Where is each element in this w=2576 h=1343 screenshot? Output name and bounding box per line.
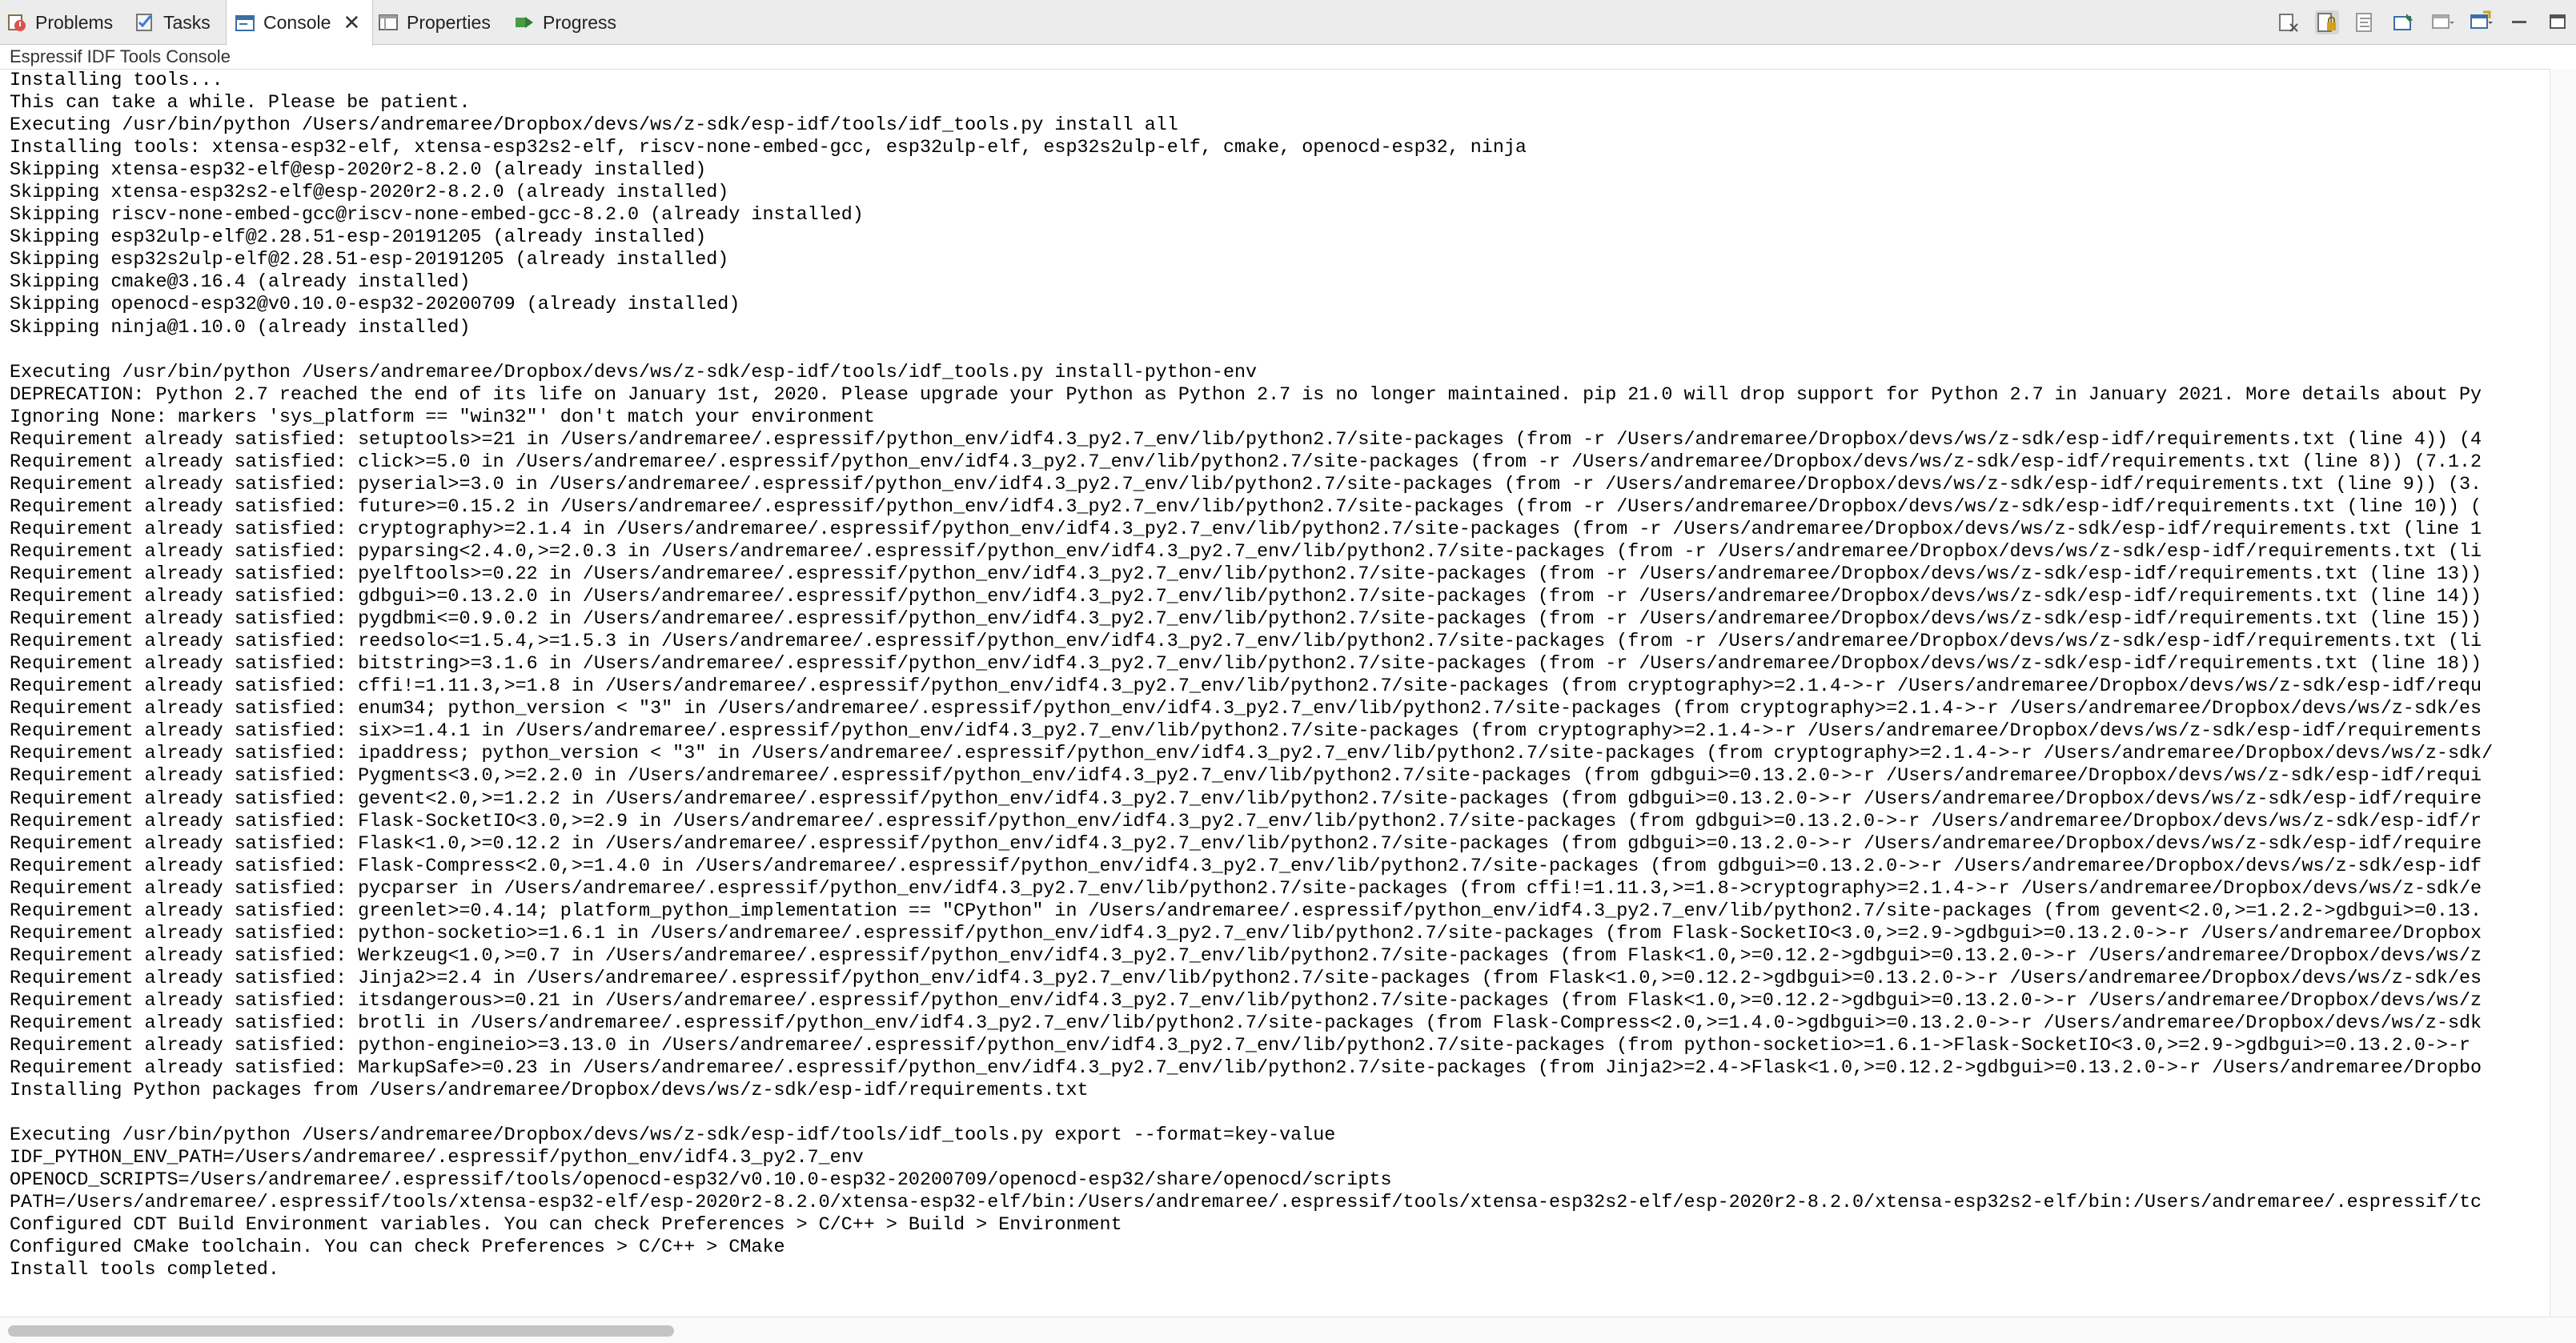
tab-label: Progress xyxy=(543,11,617,33)
console-line: Requirement already satisfied: enum34; p… xyxy=(10,699,2482,720)
tab-console[interactable]: Console ✕ xyxy=(226,0,373,46)
console-line: Skipping esp32s2ulp-elf@2.28.51-esp-2019… xyxy=(10,250,729,271)
console-line: Executing /usr/bin/python /Users/andrema… xyxy=(10,362,1258,383)
console-line: Installing tools: xtensa-esp32-elf, xten… xyxy=(10,138,1527,159)
console-line: Requirement already satisfied: MarkupSaf… xyxy=(10,1058,2482,1080)
console-line: Requirement already satisfied: click>=5.… xyxy=(10,451,2482,473)
console-line: Requirement already satisfied: gdbgui>=0… xyxy=(10,587,2482,608)
horizontal-scrollbar-thumb[interactable] xyxy=(8,1325,674,1337)
console-line: Requirement already satisfied: pygdbmi<=… xyxy=(10,609,2482,631)
console-line: This can take a while. Please be patient… xyxy=(10,93,471,114)
scroll-lock-icon[interactable] xyxy=(2315,10,2339,34)
console-line: Requirement already satisfied: itsdanger… xyxy=(10,990,2482,1012)
display-selected-console-icon[interactable] xyxy=(2430,10,2454,34)
console-line: Requirement already satisfied: cryptogra… xyxy=(10,519,2482,540)
console-text: Installing tools... This can take a while… xyxy=(0,70,2550,1282)
console-line: Requirement already satisfied: Flask<1.0… xyxy=(10,833,2482,855)
console-line: Requirement already satisfied: Werkzeug<… xyxy=(10,945,2482,967)
close-icon[interactable]: ✕ xyxy=(342,10,361,35)
console-line: Requirement already satisfied: ipaddress… xyxy=(10,744,2494,765)
console-line: Requirement already satisfied: bitstring… xyxy=(10,654,2482,676)
pin-console-icon[interactable] xyxy=(2392,10,2416,34)
console-line: Executing /usr/bin/python /Users/andrema… xyxy=(10,115,1178,137)
console-line: Configured CMake toolchain. You can chec… xyxy=(10,1237,785,1259)
console-line: Requirement already satisfied: Flask-Com… xyxy=(10,856,2482,877)
console-icon xyxy=(235,14,255,31)
console-line: Skipping xtensa-esp32-elf@esp-2020r2-8.2… xyxy=(10,160,707,182)
problems-icon xyxy=(8,14,26,31)
console-line: Requirement already satisfied: cffi!=1.1… xyxy=(10,676,2482,698)
console-line: Requirement already satisfied: pyserial>… xyxy=(10,474,2482,495)
console-line: Ignoring None: markers 'sys_platform == … xyxy=(10,407,875,428)
word-wrap-icon[interactable] xyxy=(2353,10,2377,34)
console-line: Requirement already satisfied: future>=0… xyxy=(10,496,2482,518)
console-line: Requirement already satisfied: brotli in… xyxy=(10,1012,2482,1034)
tab-label: Problems xyxy=(35,11,114,33)
tasks-icon xyxy=(136,14,152,31)
console-line: Requirement already satisfied: Jinja2>=2… xyxy=(10,968,2482,989)
tab-label: Tasks xyxy=(163,11,211,33)
tab-label: Properties xyxy=(407,11,491,33)
tab-properties[interactable]: Properties xyxy=(378,0,491,45)
console-line: Requirement already satisfied: gevent<2.… xyxy=(10,788,2482,810)
view-tab-bar: Problems Tasks Console ✕ Properties Prog… xyxy=(0,0,2576,46)
console-line: Requirement already satisfied: pyelftool… xyxy=(10,564,2482,586)
console-line: DEPRECATION: Python 2.7 reached the end … xyxy=(10,384,2482,406)
tab-label: Console xyxy=(263,12,331,33)
console-line: Requirement already satisfied: Pygments<… xyxy=(10,766,2482,788)
console-line: Requirement already satisfied: pyparsing… xyxy=(10,541,2482,563)
console-line: Install tools completed. xyxy=(10,1260,279,1281)
tab-progress[interactable]: Progress xyxy=(514,0,616,45)
console-line: Skipping openocd-esp32@v0.10.0-esp32-202… xyxy=(10,295,740,316)
console-title: Espressif IDF Tools Console xyxy=(10,46,231,66)
progress-icon xyxy=(516,17,533,28)
console-line: Requirement already satisfied: six>=1.4.… xyxy=(10,721,2482,743)
console-line: PATH=/Users/andremaree/.espressif/tools/… xyxy=(10,1193,2482,1214)
console-line: Skipping xtensa-esp32s2-elf@esp-2020r2-8… xyxy=(10,182,729,204)
tab-tasks[interactable]: Tasks xyxy=(134,0,211,45)
remove-launch-icon[interactable] xyxy=(2277,10,2301,34)
console-line: Skipping cmake@3.16.4 (already installed… xyxy=(10,272,471,294)
console-line: Requirement already satisfied: Flask-Soc… xyxy=(10,811,2482,832)
console-line: Requirement already satisfied: reedsolo<… xyxy=(10,631,2482,653)
vertical-scrollbar[interactable] xyxy=(2550,69,2576,1317)
console-line: Configured CDT Build Environment variabl… xyxy=(10,1215,1122,1237)
open-console-icon[interactable] xyxy=(2469,10,2493,34)
console-line: Requirement already satisfied: python-so… xyxy=(10,923,2482,944)
view-toolbar xyxy=(2262,0,2570,45)
tab-problems[interactable]: Problems xyxy=(6,0,113,45)
console-line: Skipping riscv-none-embed-gcc@riscv-none… xyxy=(10,205,864,227)
maximize-icon[interactable] xyxy=(2546,10,2570,34)
minimize-icon[interactable] xyxy=(2507,10,2531,34)
properties-icon xyxy=(379,14,398,30)
console-line: Skipping ninja@1.10.0 (already installed… xyxy=(10,317,471,339)
console-line: Requirement already satisfied: setuptool… xyxy=(10,429,2482,451)
horizontal-scrollbar[interactable] xyxy=(0,1317,2576,1343)
console-line: Executing /usr/bin/python /Users/andrema… xyxy=(10,1125,1336,1147)
console-line: Installing tools... xyxy=(10,70,223,91)
console-line: Skipping esp32ulp-elf@2.28.51-esp-201912… xyxy=(10,227,707,249)
console-line: OPENOCD_SCRIPTS=/Users/andremaree/.espre… xyxy=(10,1170,1392,1192)
console-line: Requirement already satisfied: greenlet>… xyxy=(10,900,2482,922)
console-output[interactable]: Installing tools... This can take a while… xyxy=(0,69,2550,1318)
console-line: Installing Python packages from /Users/a… xyxy=(10,1080,1089,1102)
console-line: Requirement already satisfied: pycparser… xyxy=(10,878,2482,900)
console-line: Requirement already satisfied: python-en… xyxy=(10,1036,2471,1057)
console-line: IDF_PYTHON_ENV_PATH=/Users/andremaree/.e… xyxy=(10,1148,864,1169)
